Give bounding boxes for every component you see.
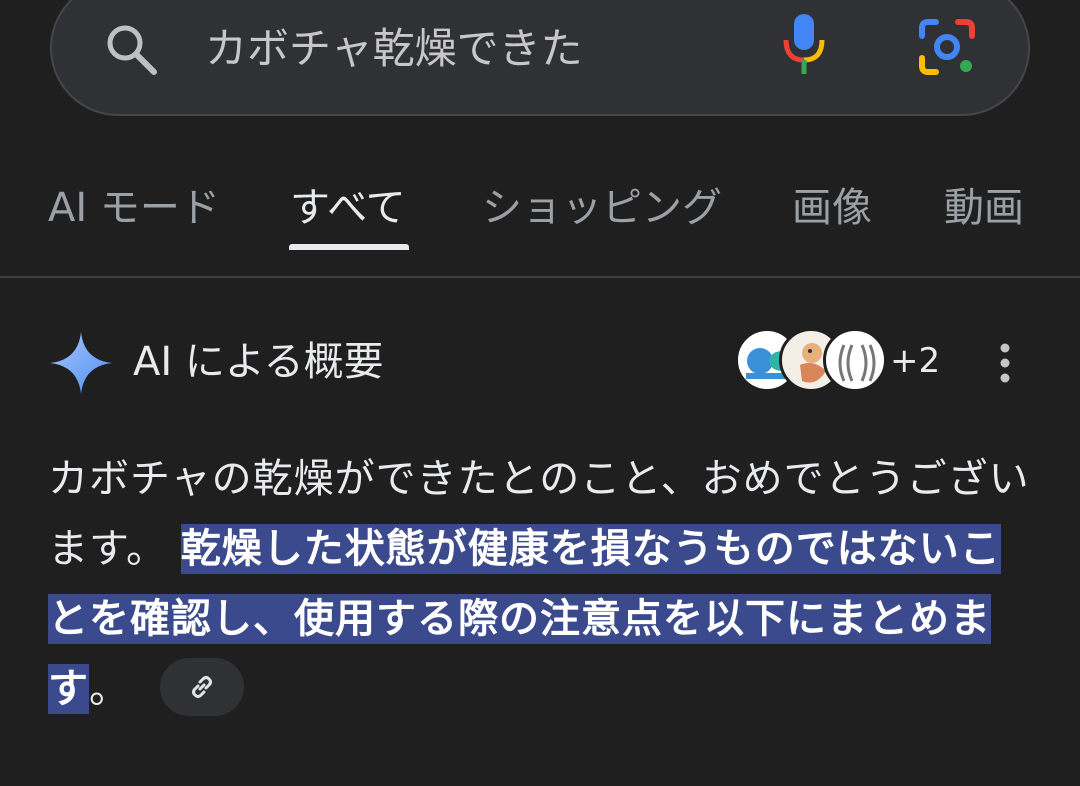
ai-overview-text: カボチャの乾燥ができたとのこと、おめでとうございます。 乾燥した状態が健康を損な… bbox=[48, 444, 1038, 724]
tab-all[interactable]: すべて bbox=[290, 180, 406, 236]
search-icon[interactable] bbox=[102, 20, 160, 78]
link-icon bbox=[192, 676, 212, 698]
divider bbox=[0, 276, 1080, 278]
source-avatar-3[interactable] bbox=[823, 328, 887, 392]
more-vert-icon[interactable] bbox=[990, 340, 1020, 386]
sparkle-icon bbox=[50, 332, 112, 394]
tab-videos[interactable]: 動画 bbox=[944, 180, 1024, 236]
source-avatars[interactable] bbox=[735, 328, 895, 394]
tab-images[interactable]: 画像 bbox=[792, 180, 872, 236]
mic-icon[interactable] bbox=[780, 14, 828, 78]
overview-text-end: 。 bbox=[89, 666, 130, 712]
active-tab-indicator bbox=[289, 244, 409, 250]
search-input[interactable]: カボチャ乾燥できた bbox=[205, 20, 583, 78]
tab-shopping[interactable]: ショッピング bbox=[482, 180, 722, 236]
tab-ai-mode[interactable]: AI モード bbox=[48, 180, 220, 236]
lens-icon[interactable] bbox=[918, 18, 976, 76]
search-tabs: AI モード すべて ショッピング 画像 動画 bbox=[0, 170, 1080, 278]
source-link-button[interactable] bbox=[160, 658, 244, 716]
source-count[interactable]: +2 bbox=[890, 335, 940, 387]
ai-overview-title: AI による概要 bbox=[133, 339, 384, 385]
